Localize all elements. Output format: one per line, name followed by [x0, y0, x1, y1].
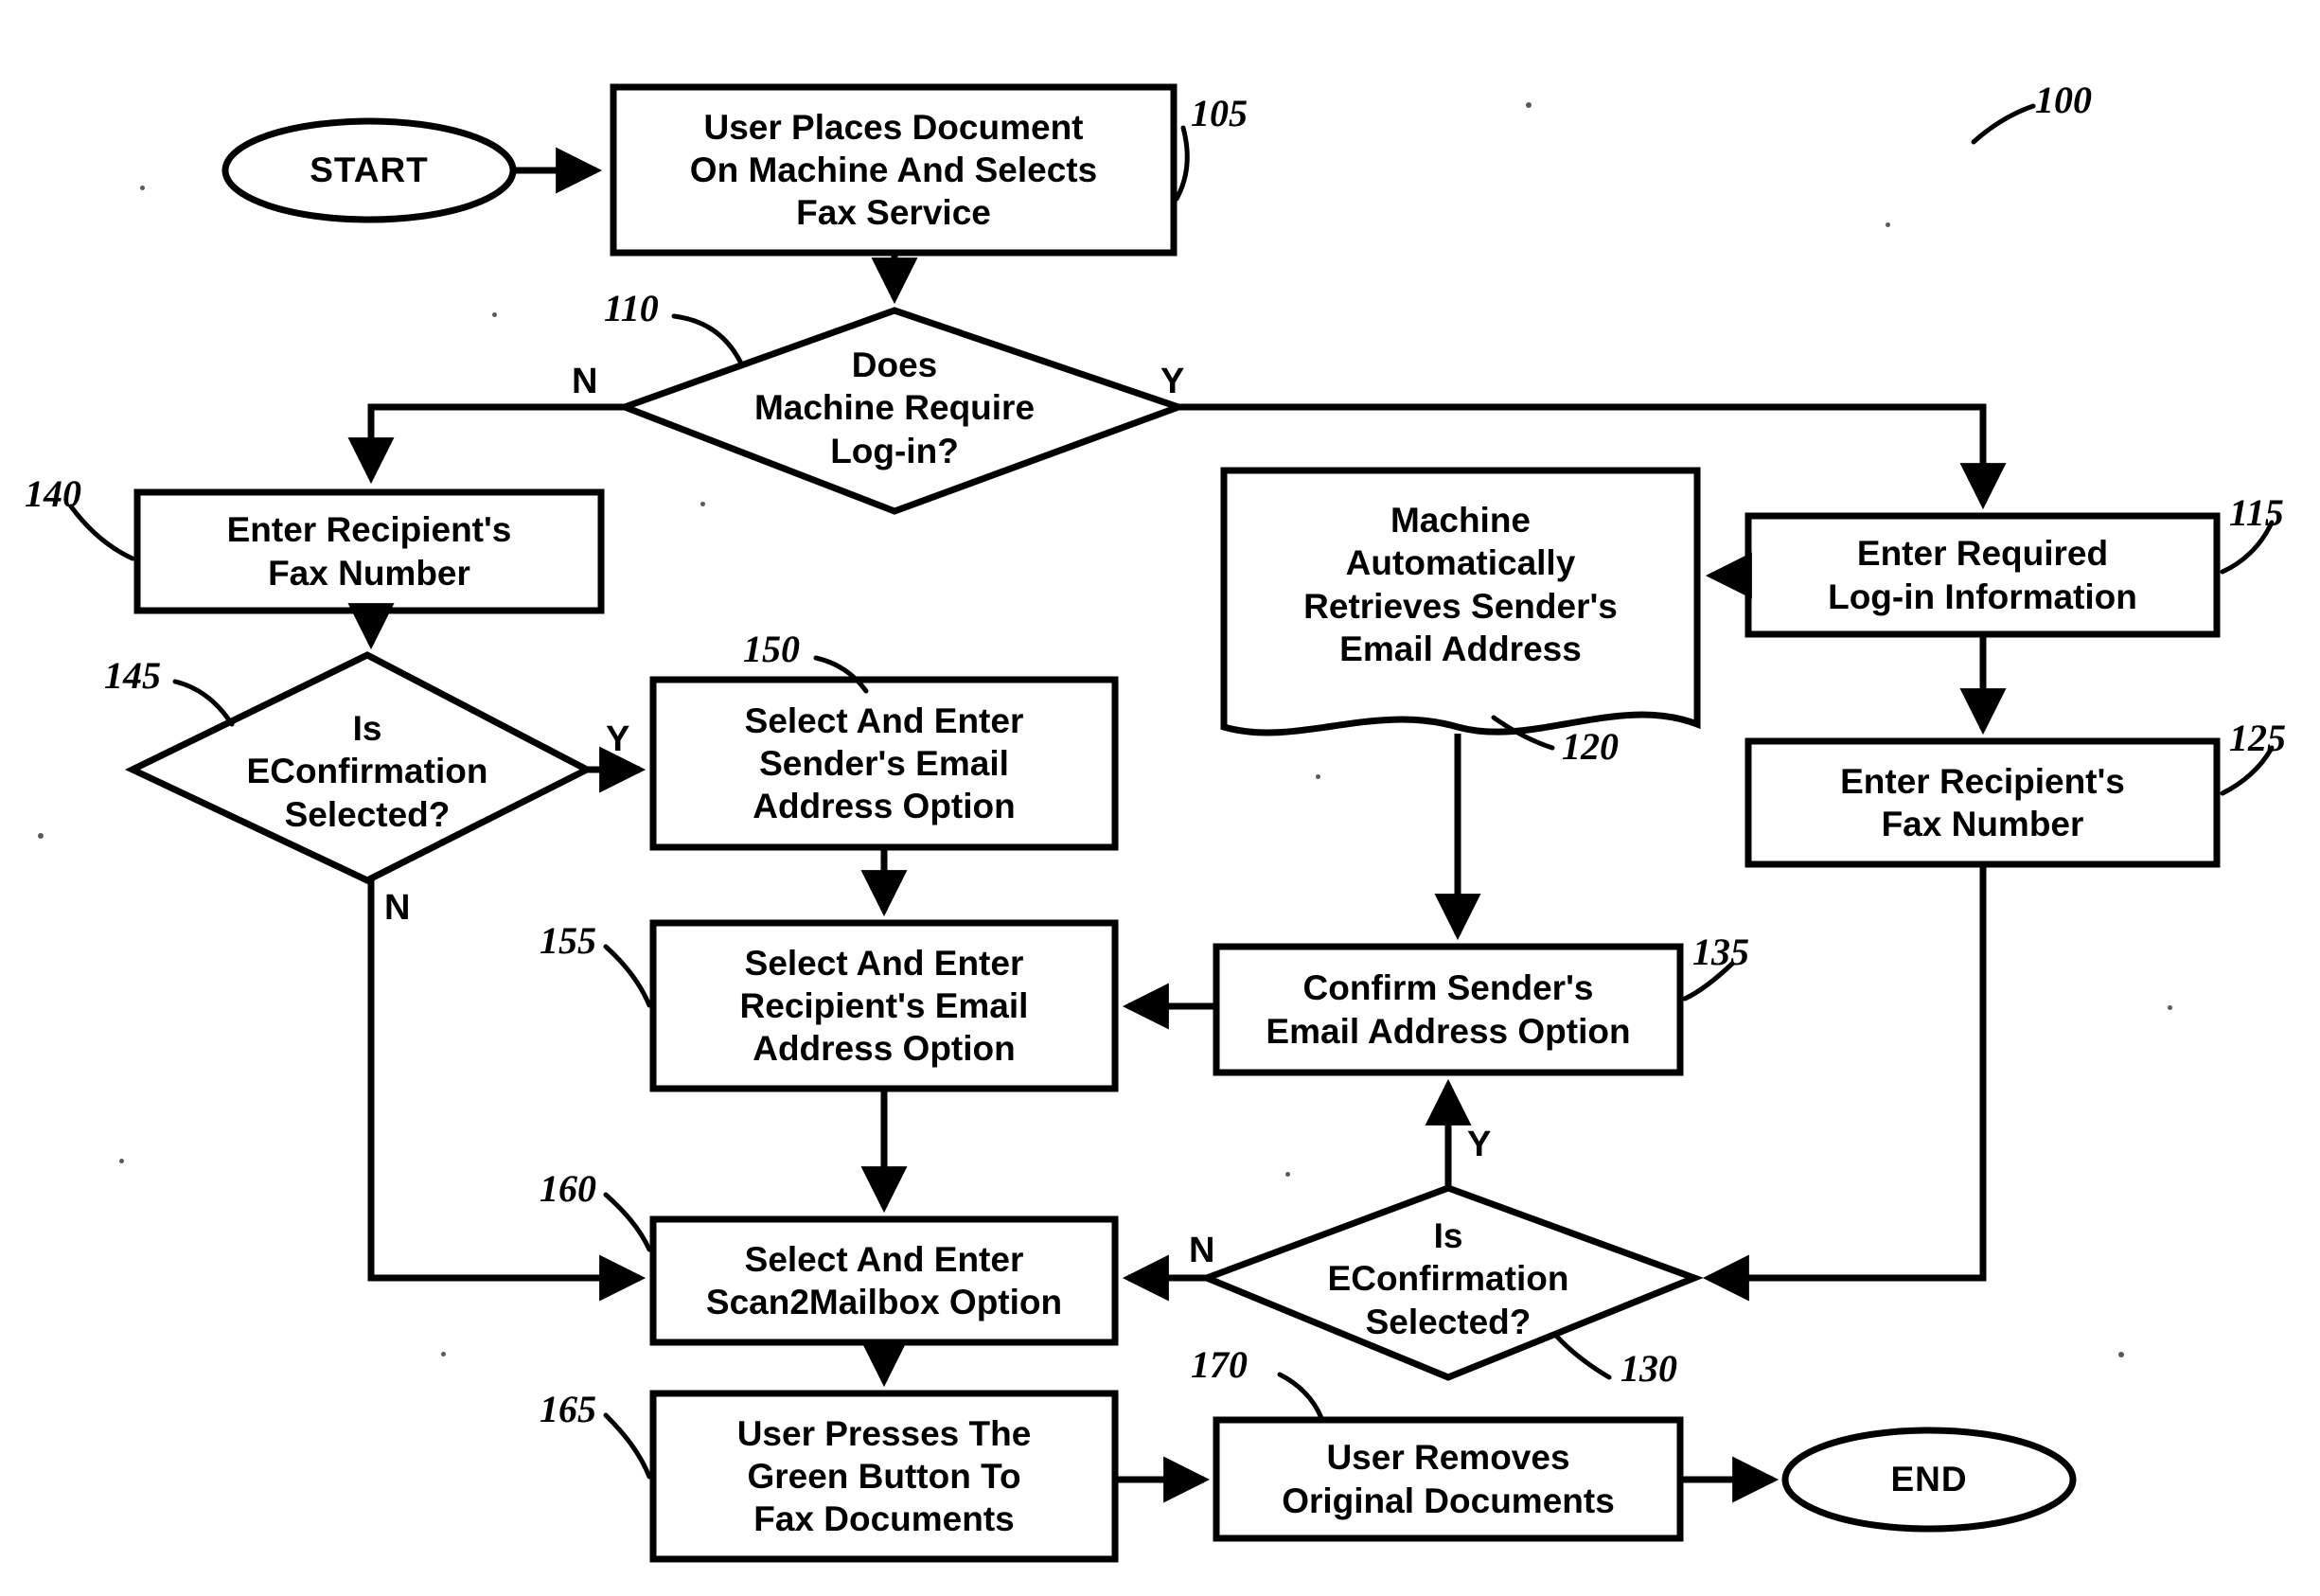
flowchart-graphics: [68, 83, 2275, 1563]
edge-110-no-to-140: [347, 403, 625, 485]
leader-110: [671, 313, 743, 364]
scan-speck: [2168, 1005, 2172, 1010]
node-115-shape: [1744, 512, 2221, 638]
node-165-shape: [649, 1390, 1119, 1563]
scan-speck: [441, 1352, 446, 1357]
edge-145-no-to-160: [367, 880, 646, 1302]
leader-130: [1554, 1334, 1612, 1380]
scan-speck: [38, 833, 44, 839]
node-120-shape: [1220, 467, 1701, 736]
node-160-shape: [649, 1215, 1119, 1346]
leader-125: [2220, 745, 2275, 796]
leader-100: [1971, 103, 2036, 145]
leader-105: [1174, 125, 1190, 202]
leader-170: [1277, 1372, 1324, 1421]
node-170-shape: [1213, 1416, 1684, 1542]
node-105-shape: [610, 83, 1178, 257]
node-140-shape: [133, 488, 605, 614]
scan-speck: [1886, 222, 1890, 227]
node-150-shape: [649, 676, 1119, 851]
leader-160: [603, 1192, 652, 1252]
scan-speck: [140, 186, 145, 190]
leader-165: [603, 1412, 652, 1480]
scan-speck: [1285, 1172, 1290, 1177]
node-130-shape: [1197, 1184, 1704, 1381]
node-110-shape: [614, 307, 1189, 515]
node-155-shape: [649, 919, 1119, 1092]
leader-115: [2220, 520, 2275, 575]
end-terminator-shape: [1781, 1427, 2077, 1533]
node-135-shape: [1213, 943, 1684, 1076]
scan-speck: [119, 1159, 124, 1163]
scan-speck: [700, 502, 705, 506]
node-145-shape: [124, 651, 594, 884]
edge-125-to-130: [1702, 864, 1987, 1302]
node-125-shape: [1744, 737, 2221, 868]
start-terminator-shape: [221, 117, 517, 223]
scan-speck: [1526, 102, 1532, 108]
flowchart-figure: START END User Places Document On Machin…: [0, 0, 2320, 1596]
scan-speck: [1316, 774, 1320, 779]
leader-135: [1682, 961, 1735, 1002]
leader-150: [813, 655, 869, 694]
leader-140: [68, 504, 135, 561]
leader-155: [603, 944, 652, 1008]
leader-145: [172, 679, 235, 727]
edge-110-yes-to-115: [1178, 403, 2007, 510]
scan-speck: [2118, 1352, 2124, 1357]
scan-speck: [492, 312, 497, 317]
